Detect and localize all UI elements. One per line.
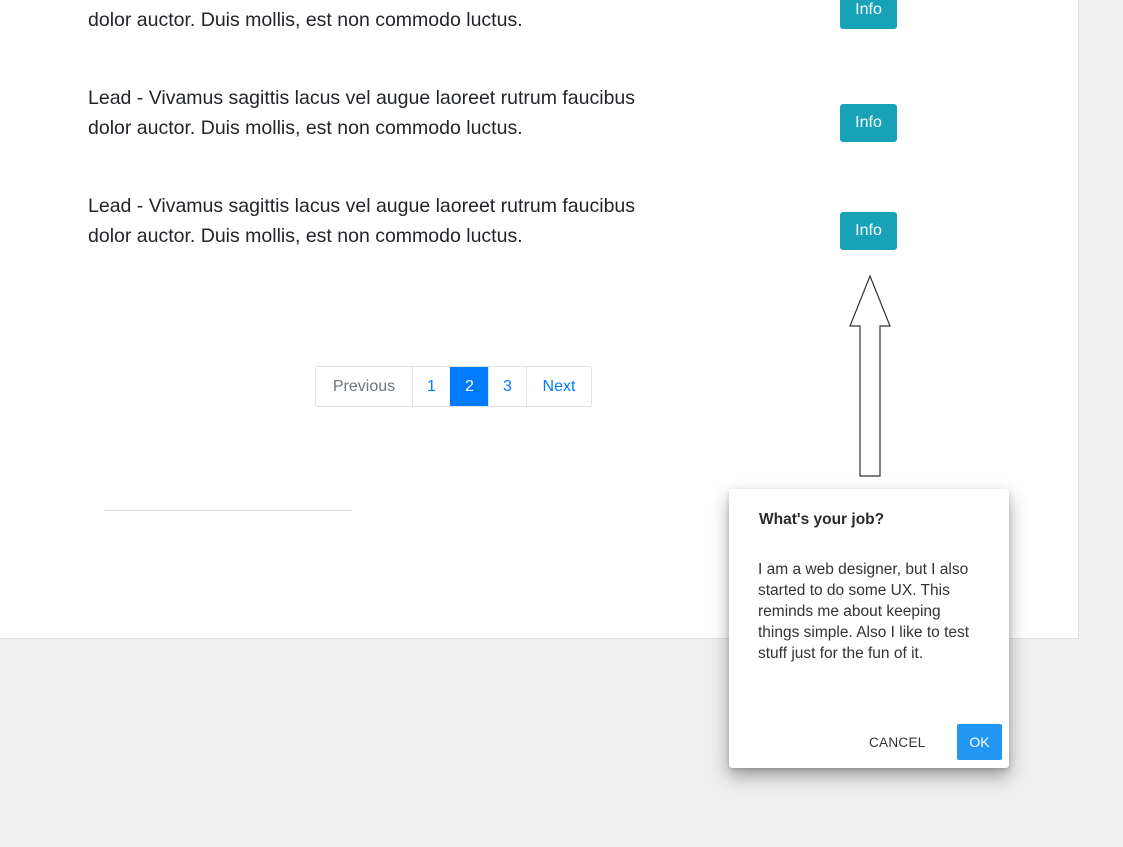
info-button-2[interactable]: Info — [840, 104, 897, 142]
up-arrow-icon — [849, 274, 891, 477]
dialog-body: I am a web designer, but I also started … — [758, 561, 970, 662]
pagination-page-1[interactable]: 1 — [412, 367, 450, 406]
pagination: Previous 1 2 3 Next — [315, 366, 592, 407]
info-button-1[interactable]: Info — [840, 0, 897, 29]
pagination-next-button[interactable]: Next — [526, 367, 591, 406]
dialog-title: What's your job? — [759, 511, 885, 528]
cancel-button[interactable]: CANCEL — [869, 735, 926, 750]
divider — [104, 510, 352, 511]
lead-text-2: Lead - Vivamus sagittis lacus vel augue … — [88, 87, 636, 139]
lead-text-3: Lead - Vivamus sagittis lacus vel augue … — [88, 195, 636, 247]
ok-button[interactable]: OK — [957, 724, 1002, 760]
info-button-3[interactable]: Info — [840, 212, 897, 250]
pagination-page-3[interactable]: 3 — [488, 367, 526, 406]
job-dialog: What's your job? I am a web designer, bu… — [729, 489, 1009, 768]
lead-text-1: dolor auctor. Duis mollis, est non commo… — [88, 9, 523, 31]
pagination-page-2-active[interactable]: 2 — [450, 367, 488, 406]
pagination-previous-button[interactable]: Previous — [316, 367, 412, 406]
